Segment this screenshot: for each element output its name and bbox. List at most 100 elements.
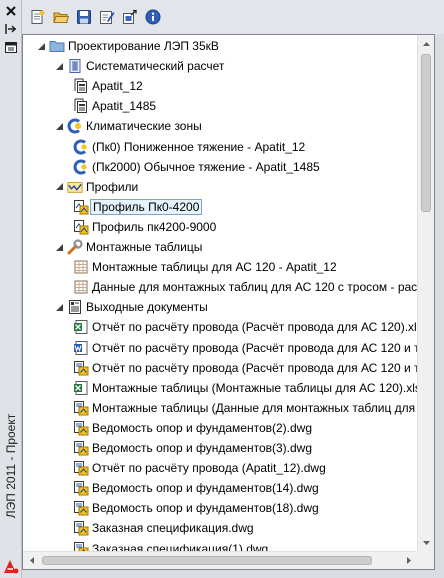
tree-node[interactable]: Данные для монтажных таблиц для АС 120 с… [73, 277, 417, 297]
documents-icon [67, 299, 83, 315]
tree-node[interactable]: Отчёт по расчёту провода (Расчёт провода… [73, 358, 417, 378]
horizontal-scroll-thumb[interactable] [42, 556, 372, 565]
tree-node-label: Заказная спецификация.dwg [92, 521, 254, 536]
tree-node[interactable]: Ведомость опор и фундаментов(18).dwg [73, 498, 321, 518]
expand-arrow-icon[interactable] [53, 297, 65, 317]
tree-node-selected[interactable]: Профиль Пк0-4200 [73, 197, 203, 217]
tree-node-label: (Пк0) Пониженное тяжение - Apatit_12 [92, 139, 306, 154]
tree-node[interactable]: Заказная спецификация(1).dwg [73, 539, 270, 552]
tree-node-label: Отчёт по расчёту провода (Расчёт провода… [92, 320, 417, 335]
open-folder-icon[interactable] [51, 7, 71, 27]
tree-node-label: Ведомость опор и фундаментов(2).dwg [92, 420, 313, 435]
tree-node-label: Профиль пк4200-9000 [92, 219, 217, 234]
info-icon[interactable] [143, 7, 163, 27]
scroll-up-icon[interactable] [418, 35, 434, 52]
expand-arrow-icon[interactable] [35, 36, 47, 56]
tree-node[interactable]: Монтажные таблицы (Монтажные таблицы для… [73, 378, 417, 398]
expand-arrow-icon[interactable] [53, 56, 65, 76]
tree-node[interactable]: Отчёт по расчёту провода (Apatit_12).dwg [73, 458, 328, 478]
calculation-doc-icon [73, 78, 89, 94]
tree-node-label: Ведомость опор и фундаментов(3).dwg [92, 441, 313, 455]
tree-node[interactable]: Монтажные таблицы [53, 237, 204, 257]
tree-node[interactable]: Проектирование ЛЭП 35кВ [35, 36, 221, 56]
table-icon [73, 259, 89, 275]
horizontal-scrollbar[interactable] [23, 551, 417, 569]
palette-title-bar[interactable]: ЛЭП 2011 - Проект [0, 0, 22, 578]
edit-icon[interactable] [97, 7, 117, 27]
tree-node-label: Монтажные таблицы (Монтажные таблицы для… [92, 380, 417, 395]
save-icon[interactable] [74, 7, 94, 27]
tree-node-label: Климатические зоны [86, 119, 202, 134]
tree-node[interactable]: Apatit_1485 [73, 96, 158, 116]
scroll-left-icon[interactable] [23, 552, 40, 569]
tree-node-label: Профиль Пк0-4200 [90, 198, 203, 215]
profile-icon [67, 179, 83, 195]
tree-node-label: (Пк2000) Обычное тяжение - Apatit_1485 [92, 159, 320, 174]
app-logo-icon [3, 558, 19, 574]
tree-node[interactable]: Монтажные таблицы (Данные для монтажных … [73, 398, 417, 418]
toolbar [22, 0, 444, 34]
dwg-icon [73, 400, 89, 416]
folder-icon [49, 38, 65, 54]
tree-node[interactable]: (Пк2000) Обычное тяжение - Apatit_1485 [73, 157, 322, 177]
palette-title: ЛЭП 2011 - Проект [4, 413, 18, 519]
close-icon[interactable] [3, 4, 19, 18]
scrollbar-corner [417, 551, 434, 569]
dwg-icon [73, 420, 89, 436]
excel-icon [73, 380, 89, 396]
new-project-icon[interactable] [28, 7, 48, 27]
expand-arrow-icon[interactable] [53, 237, 65, 257]
profile-doc-icon [73, 199, 89, 215]
tree-node-label: Монтажные таблицы для АС 120 - Apatit_12 [92, 260, 337, 275]
tree-node[interactable]: Климатические зоны [53, 116, 204, 136]
tree-node[interactable]: Ведомость опор и фундаментов(14).dwg [73, 478, 321, 498]
calculation-icon [67, 58, 83, 74]
dwg-icon [73, 480, 89, 496]
scroll-down-icon[interactable] [418, 534, 434, 551]
tree-node[interactable]: (Пк0) Пониженное тяжение - Apatit_12 [73, 137, 307, 157]
tree-node-label: Ведомость опор и фундаментов(14).dwg [92, 481, 319, 496]
tree-node-label: Монтажные таблицы [86, 240, 203, 254]
tree-node[interactable]: Заказная спецификация.dwg [73, 518, 256, 538]
climate-item-icon [73, 159, 89, 175]
tree-node-label: Данные для монтажных таблиц для АС 120 с… [92, 280, 417, 295]
tree-node[interactable]: Отчёт по расчёту провода (Расчёт провода… [73, 317, 417, 337]
table-icon [73, 279, 89, 295]
tree-node-label: Отчёт по расчёту провода (Apatit_12).dwg [92, 461, 326, 476]
profile-doc-icon [73, 219, 89, 235]
project-tree-panel: Проектирование ЛЭП 35кВ Систематический р… [22, 34, 435, 570]
export-icon[interactable] [120, 7, 140, 27]
dwg-icon [73, 360, 89, 376]
tree-node[interactable]: Ведомость опор и фундаментов(3).dwg [73, 438, 314, 458]
climate-icon [67, 118, 83, 134]
dwg-icon [73, 500, 89, 516]
vertical-scrollbar[interactable] [417, 35, 434, 551]
expand-arrow-icon[interactable] [53, 116, 65, 136]
dwg-icon [73, 460, 89, 476]
tree-node[interactable]: Ведомость опор и фундаментов(2).dwg [73, 418, 314, 438]
tree-node-label: Заказная спецификация(1).dwg [92, 541, 269, 552]
word-icon [73, 340, 89, 356]
tree-node[interactable]: Профиль пк4200-9000 [73, 217, 218, 237]
vertical-scroll-thumb[interactable] [421, 54, 431, 212]
tree-node-label: Отчёт по расчёту провода (Расчёт провода… [92, 360, 417, 375]
tree-node[interactable]: Профили [53, 177, 140, 197]
tree-node[interactable]: Apatit_12 [73, 76, 145, 96]
dwg-icon [73, 440, 89, 456]
properties-icon[interactable] [3, 40, 19, 54]
tree-node[interactable]: Отчёт по расчёту провода (Расчёт провода… [73, 338, 417, 358]
tree-node-label: Проектирование ЛЭП 35кВ [68, 39, 219, 53]
tree-node[interactable]: Выходные документы [53, 297, 210, 317]
climate-item-icon [73, 139, 89, 155]
expand-arrow-icon[interactable] [53, 177, 65, 197]
tree-node[interactable]: Монтажные таблицы для АС 120 - Apatit_12 [73, 257, 339, 277]
auto-hide-icon[interactable] [3, 22, 19, 36]
project-tree: Проектирование ЛЭП 35кВ Систематический р… [23, 35, 417, 551]
tree-node-label: Профили [86, 179, 139, 194]
dwg-icon [73, 520, 89, 536]
tree-node-label: Отчёт по расчёту провода (Расчёт провода… [92, 340, 417, 355]
dwg-icon [73, 541, 89, 551]
tree-node-label: Систематический расчет [86, 59, 225, 74]
tree-node[interactable]: Систематический расчет [53, 56, 226, 76]
scroll-right-icon[interactable] [400, 552, 417, 569]
